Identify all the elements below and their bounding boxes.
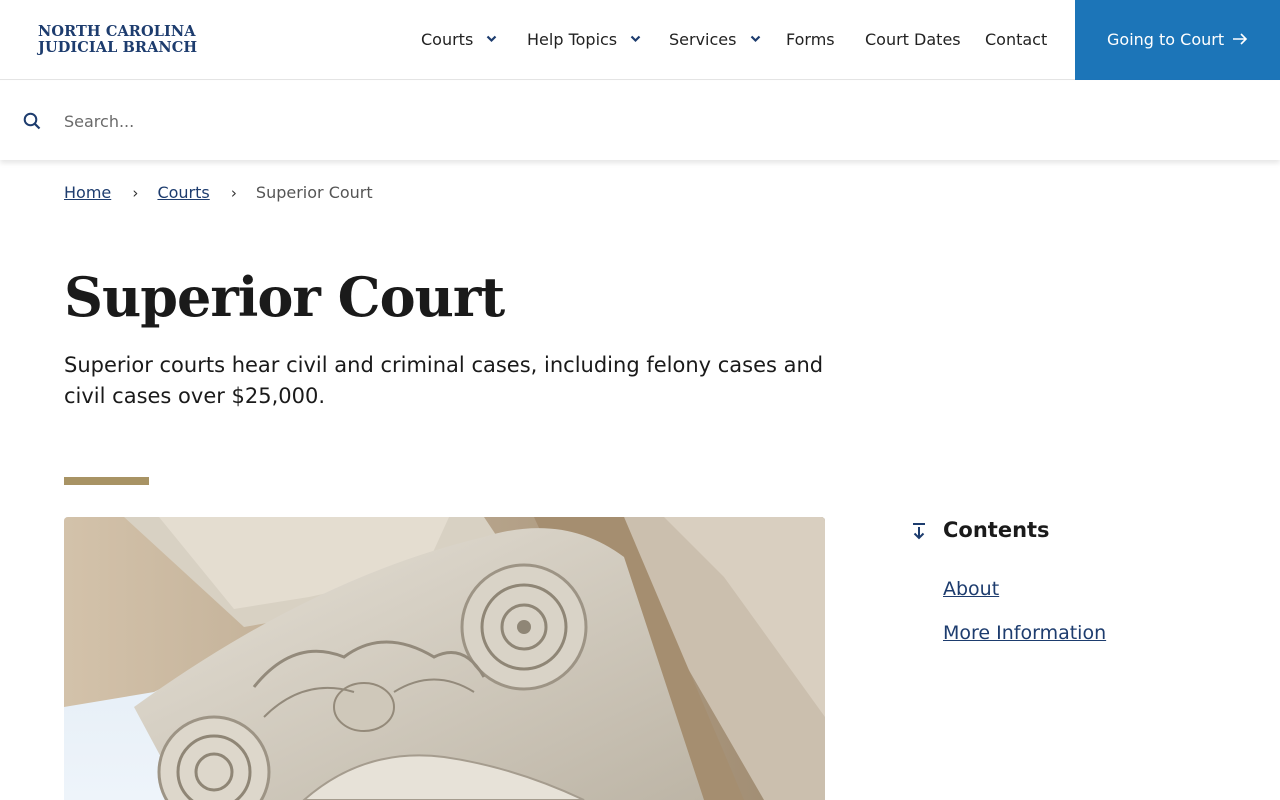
breadcrumb-link-courts[interactable]: Courts — [157, 183, 209, 202]
nav-item-label: Forms — [786, 30, 835, 49]
nav-item-label: Courts — [421, 30, 474, 49]
nav-item-label: Help Topics — [527, 30, 618, 49]
contents-link-about[interactable]: About — [943, 576, 999, 602]
site-logo[interactable]: NORTH CAROLINA JUDICIAL BRANCH — [38, 24, 197, 56]
logo-line-1: NORTH CAROLINA — [38, 23, 196, 40]
nav-item-help-topics[interactable]: Help Topics — [527, 0, 641, 80]
nav-item-label: Services — [669, 30, 737, 49]
nav-item-label: Court Dates — [865, 30, 961, 49]
chevron-down-icon — [750, 35, 760, 43]
contents-link-more-information[interactable]: More Information — [943, 620, 1106, 646]
contents-title: Contents — [943, 518, 1050, 542]
breadcrumb-link-home[interactable]: Home — [64, 183, 111, 202]
nav-item-contact[interactable]: Contact — [985, 0, 1047, 80]
arrow-down-to-line-icon — [913, 523, 925, 540]
page-title: Superior Court — [64, 265, 505, 329]
chevron-right-icon: › — [132, 184, 139, 202]
nav-item-forms[interactable]: Forms — [786, 0, 835, 80]
cta-label: Going to Court — [1107, 30, 1225, 49]
page-intro: Superior courts hear civil and criminal … — [64, 353, 824, 408]
nav-item-courts[interactable]: Courts — [421, 0, 497, 80]
accent-divider — [64, 477, 149, 485]
chevron-down-icon — [630, 35, 641, 43]
search-bar — [0, 81, 1280, 160]
chevron-right-icon: › — [230, 184, 237, 202]
nav-item-court-dates[interactable]: Court Dates — [865, 0, 961, 80]
hero-image — [64, 517, 825, 800]
breadcrumb: Home › Courts › Superior Court — [64, 182, 373, 204]
breadcrumb-current: Superior Court — [255, 183, 373, 202]
chevron-down-icon — [487, 35, 497, 43]
search-input[interactable] — [60, 103, 1240, 139]
logo-line-2: JUDICIAL BRANCH — [38, 39, 198, 56]
nav-item-label: Contact — [985, 30, 1048, 49]
nav-item-services[interactable]: Services — [669, 0, 761, 80]
going-to-court-button[interactable]: Going to Court — [1075, 0, 1280, 80]
site-header: NORTH CAROLINA JUDICIAL BRANCH Courts He… — [0, 0, 1280, 80]
arrow-right-icon — [1233, 33, 1248, 45]
search-icon[interactable] — [23, 112, 41, 130]
